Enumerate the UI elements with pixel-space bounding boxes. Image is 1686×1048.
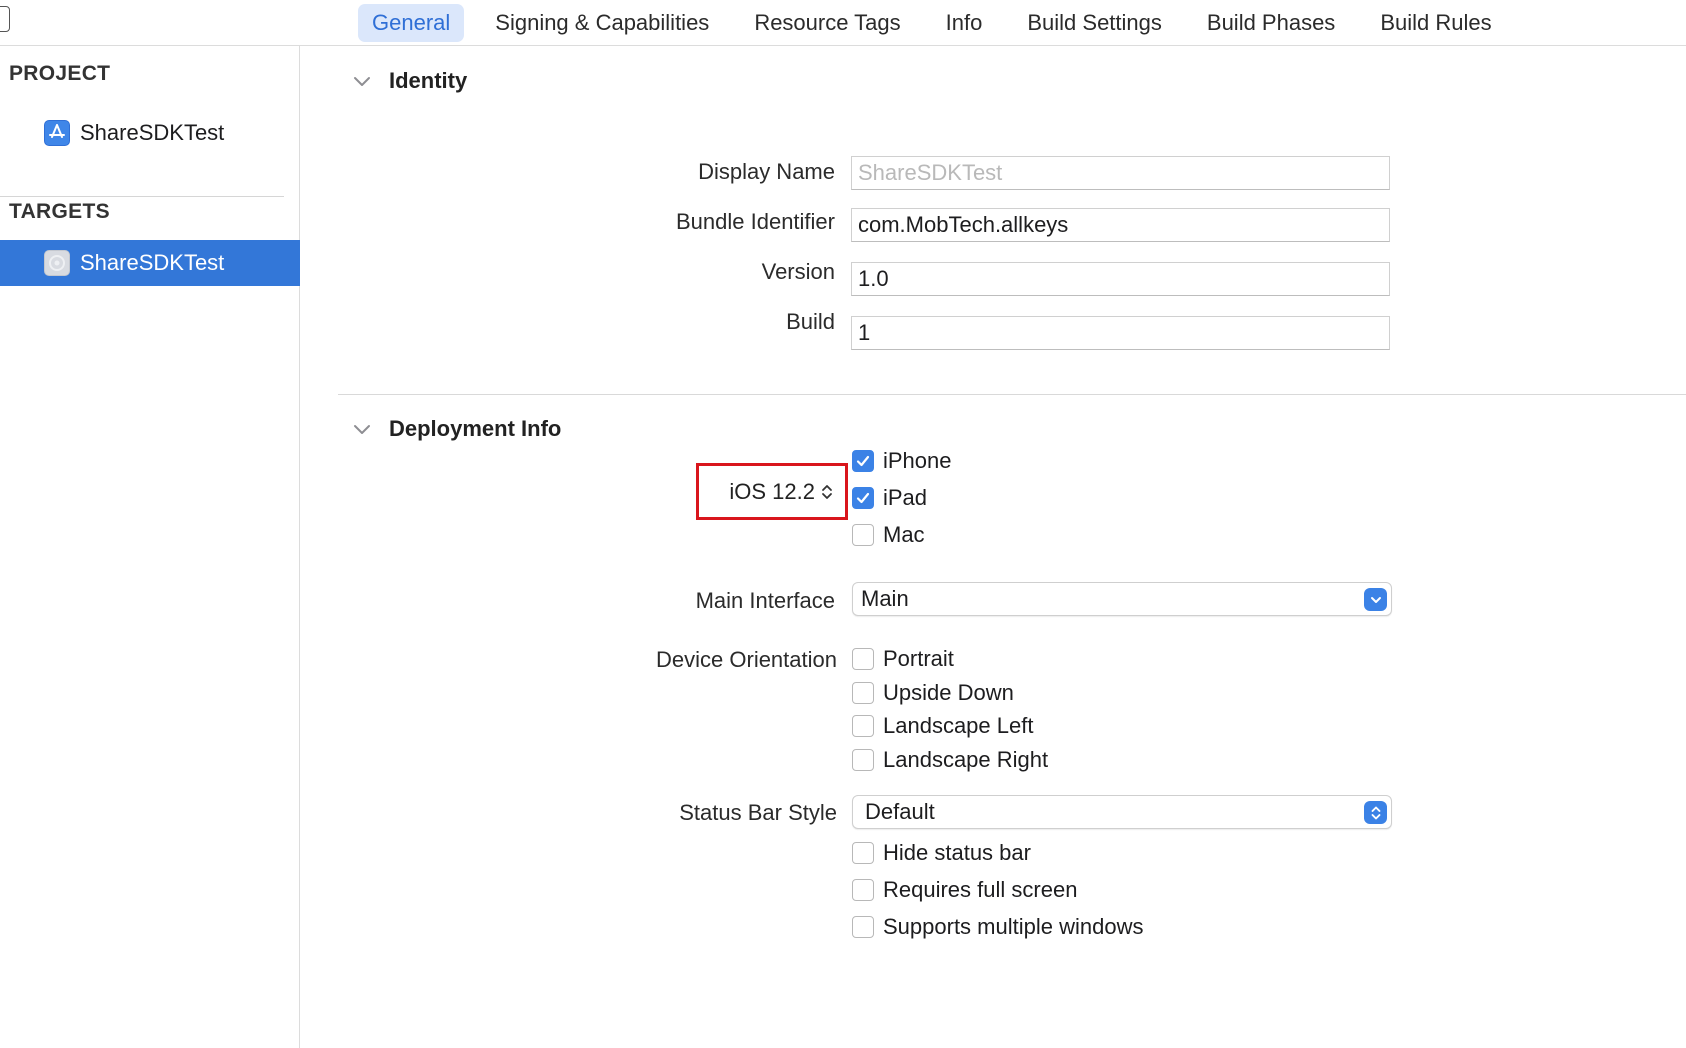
dropdown-button[interactable]	[1364, 801, 1387, 824]
tab-bar: General Signing & Capabilities Resource …	[0, 0, 1686, 46]
deployment-target-value: iOS 12.2	[729, 478, 815, 504]
orientation-upside-down-checkbox[interactable]: Upside Down	[852, 680, 1014, 706]
tab-signing-capabilities[interactable]: Signing & Capabilities	[481, 4, 723, 42]
checkbox-label: Landscape Right	[883, 747, 1049, 772]
sidebar-divider	[0, 196, 284, 197]
chevron-down-icon	[354, 77, 370, 86]
supports-multiple-windows-checkbox[interactable]: Supports multiple windows	[852, 914, 1143, 940]
checkmark-icon	[856, 455, 870, 467]
status-bar-style-value: Default	[865, 799, 935, 824]
device-orientation-label: Device Orientation	[656, 647, 837, 672]
chevron-updown-icon	[822, 484, 832, 499]
app-store-icon	[44, 120, 70, 146]
orientation-portrait-checkbox[interactable]: Portrait	[852, 646, 954, 672]
tab-general[interactable]: General	[358, 4, 465, 42]
sidebar-item-target[interactable]: ShareSDKTest	[0, 240, 300, 286]
general-settings-pane: Identity Display Name ShareSDKTest Bundl…	[301, 46, 1686, 1048]
targets-section-header: TARGETS	[9, 200, 110, 223]
chevron-down-icon	[354, 425, 370, 434]
display-name-field[interactable]: ShareSDKTest	[851, 156, 1390, 190]
checkbox-label: iPhone	[883, 448, 952, 473]
chevron-down-icon	[1370, 596, 1381, 603]
hide-status-bar-checkbox[interactable]: Hide status bar	[852, 840, 1031, 866]
sidebar-item-label: ShareSDKTest	[80, 120, 225, 145]
device-iphone-checkbox[interactable]: iPhone	[852, 448, 952, 474]
checkbox-unchecked[interactable]	[852, 879, 874, 901]
orientation-landscape-left-checkbox[interactable]: Landscape Left	[852, 713, 1033, 739]
checkbox-label: Upside Down	[883, 680, 1014, 705]
version-field[interactable]: 1.0	[851, 262, 1390, 296]
device-mac-checkbox[interactable]: Mac	[852, 522, 925, 548]
checkbox-checked[interactable]	[852, 487, 874, 509]
chevron-updown-icon	[1371, 806, 1380, 819]
status-bar-style-label: Status Bar Style	[679, 800, 837, 825]
checkbox-unchecked[interactable]	[852, 842, 874, 864]
tab-build-settings[interactable]: Build Settings	[1013, 4, 1176, 42]
status-bar-style-popup[interactable]: Default	[852, 795, 1392, 829]
checkbox-label: Mac	[883, 522, 925, 547]
sidebar-item-label: ShareSDKTest	[80, 250, 225, 275]
bundle-identifier-label: Bundle Identifier	[676, 209, 835, 234]
deployment-info-header[interactable]: Deployment Info	[351, 416, 561, 442]
checkbox-checked[interactable]	[852, 450, 874, 472]
section-divider	[338, 394, 1686, 395]
tab-info[interactable]: Info	[932, 4, 997, 42]
checkbox-unchecked[interactable]	[852, 524, 874, 546]
sidebar-item-project[interactable]: ShareSDKTest	[0, 110, 300, 156]
main-interface-popup[interactable]: Main	[852, 582, 1392, 616]
checkbox-label: iPad	[883, 485, 928, 510]
dropdown-button[interactable]	[1364, 588, 1387, 611]
main-interface-value: Main	[861, 586, 909, 611]
checkbox-label: Requires full screen	[883, 877, 1078, 902]
tab-build-phases[interactable]: Build Phases	[1193, 4, 1349, 42]
checkbox-label: Landscape Left	[883, 713, 1034, 738]
display-name-label: Display Name	[698, 159, 835, 184]
checkbox-label: Hide status bar	[883, 840, 1031, 865]
app-icon	[44, 250, 70, 276]
sidebar-toggle-stub[interactable]	[0, 6, 10, 32]
build-field[interactable]: 1	[851, 316, 1390, 350]
deployment-target-popup[interactable]: iOS 12.2	[696, 463, 848, 520]
identity-header[interactable]: Identity	[351, 68, 467, 94]
project-navigator: PROJECT ShareSDKTest TARGETS ShareSDKTes…	[0, 46, 300, 1048]
checkbox-unchecked[interactable]	[852, 715, 874, 737]
checkbox-unchecked[interactable]	[852, 916, 874, 938]
project-section-header: PROJECT	[9, 62, 111, 85]
requires-full-screen-checkbox[interactable]: Requires full screen	[852, 877, 1077, 903]
tab-build-rules[interactable]: Build Rules	[1366, 4, 1505, 42]
checkbox-label: Supports multiple windows	[883, 914, 1144, 939]
device-ipad-checkbox[interactable]: iPad	[852, 485, 927, 511]
editor-tabs: General Signing & Capabilities Resource …	[358, 0, 1523, 46]
checkbox-unchecked[interactable]	[852, 682, 874, 704]
bundle-identifier-field[interactable]: com.MobTech.allkeys	[851, 208, 1390, 242]
main-interface-label: Main Interface	[695, 588, 835, 613]
tab-resource-tags[interactable]: Resource Tags	[740, 4, 914, 42]
section-title: Deployment Info	[389, 416, 562, 441]
checkbox-unchecked[interactable]	[852, 749, 874, 771]
build-label: Build	[786, 309, 835, 334]
section-title: Identity	[389, 68, 468, 93]
checkbox-unchecked[interactable]	[852, 648, 874, 670]
checkmark-icon	[856, 492, 870, 504]
checkbox-label: Portrait	[883, 646, 954, 671]
orientation-landscape-right-checkbox[interactable]: Landscape Right	[852, 747, 1048, 773]
version-label: Version	[761, 259, 835, 284]
